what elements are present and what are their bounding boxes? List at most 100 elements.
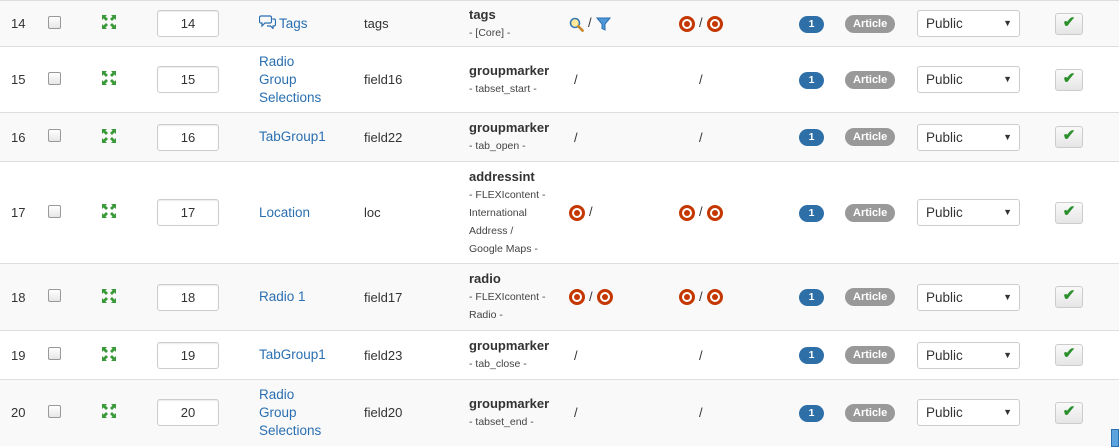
published-toggle[interactable]: ✔: [1055, 201, 1083, 224]
field-type: tags: [469, 6, 496, 22]
field-type: groupmarker: [469, 338, 550, 353]
row-number: 16: [11, 129, 26, 145]
published-toggle[interactable]: ✔: [1055, 126, 1083, 148]
field-type-detail: - [Core] -: [469, 26, 511, 39]
field-label-link[interactable]: TabGroup1: [259, 128, 364, 146]
field-type: radio: [469, 271, 501, 286]
drag-handle-icon[interactable]: [102, 346, 116, 361]
field-type-detail: Google Maps -: [469, 242, 538, 255]
state-ring-icon[interactable]: [706, 15, 723, 32]
state-ring-icon[interactable]: [679, 15, 695, 32]
filter-icon[interactable]: [595, 15, 611, 31]
scroll-to-top-button[interactable]: [1111, 429, 1119, 447]
row-number: 15: [11, 72, 26, 87]
ordering-input[interactable]: 18: [157, 283, 219, 311]
published-toggle[interactable]: ✔: [1055, 286, 1083, 308]
field-type: groupmarker: [469, 62, 550, 78]
row-checkbox[interactable]: [48, 289, 61, 302]
ordering-input[interactable]: 15: [157, 66, 219, 93]
field-label-link[interactable]: TabGroup1: [259, 346, 364, 364]
access-level-badge[interactable]: 1: [799, 204, 824, 222]
access-select[interactable]: Public ▼: [917, 123, 1020, 151]
checkmark-icon: ✔: [1062, 13, 1076, 31]
state-ring-icon[interactable]: [569, 289, 585, 306]
ordering-input[interactable]: 20: [157, 399, 219, 427]
state-ring-icon[interactable]: [679, 289, 695, 306]
drag-handle-icon[interactable]: [102, 404, 116, 419]
field-type-detail: - tab_close -: [469, 358, 527, 370]
field-label-link[interactable]: Radio 1: [259, 288, 364, 306]
state-ring-icon[interactable]: [596, 289, 613, 306]
drag-handle-icon[interactable]: [102, 128, 116, 143]
assigned-type-badge: Article: [845, 346, 896, 364]
separator-slash: /: [574, 405, 578, 421]
field-label-link[interactable]: Location: [259, 204, 364, 222]
field-name: field20: [364, 405, 403, 421]
search-icon[interactable]: [569, 15, 584, 32]
separator-slash: /: [588, 15, 592, 31]
row-number-cell: 14: [0, 1, 47, 47]
row-number: 20: [11, 405, 26, 421]
access-level-badge[interactable]: 1: [799, 129, 824, 146]
fields-table-body: 14 14 Tags tags tags - [Core] - / / 1 Article Publ…: [0, 0, 1119, 446]
field-type-detail: - tabset_start -: [469, 82, 537, 95]
row-checkbox[interactable]: [48, 204, 61, 218]
access-select[interactable]: Public ▼: [917, 10, 1020, 37]
chevron-down-icon: ▼: [1003, 349, 1012, 360]
access-level-badge[interactable]: 1: [799, 71, 824, 89]
separator-slash: /: [699, 15, 703, 31]
published-toggle[interactable]: ✔: [1055, 12, 1083, 35]
access-select[interactable]: Public ▼: [917, 341, 1020, 369]
access-level-badge[interactable]: 1: [799, 347, 824, 364]
row-checkbox[interactable]: [48, 15, 61, 29]
access-select[interactable]: Public ▼: [917, 399, 1020, 427]
published-toggle[interactable]: ✔: [1055, 401, 1083, 424]
checkmark-icon: ✔: [1062, 202, 1076, 220]
access-select[interactable]: Public ▼: [917, 283, 1020, 311]
field-label-link[interactable]: Radio Group Selections: [259, 53, 329, 107]
field-type: groupmarker: [469, 395, 550, 411]
access-select-value: Public: [926, 347, 963, 363]
access-level-badge[interactable]: 1: [799, 15, 824, 33]
ordering-input[interactable]: 16: [157, 123, 219, 151]
assigned-type-badge: Article: [845, 14, 896, 33]
state-ring-icon[interactable]: [706, 289, 723, 306]
row-checkbox[interactable]: [48, 71, 61, 85]
ordering-input[interactable]: 17: [157, 199, 219, 226]
access-select[interactable]: Public ▼: [917, 66, 1020, 93]
access-level-badge[interactable]: 1: [799, 289, 824, 306]
drag-handle-icon[interactable]: [102, 71, 116, 85]
table-row: 14 14 Tags tags tags - [Core] - / / 1 Article Publ…: [0, 0, 1119, 47]
field-type-detail: - tab_open -: [469, 140, 526, 152]
chevron-down-icon: ▼: [1003, 18, 1012, 28]
separator-slash: /: [699, 72, 703, 87]
separator-slash: /: [574, 347, 578, 363]
access-select[interactable]: Public ▼: [917, 199, 1020, 226]
published-toggle[interactable]: ✔: [1055, 68, 1083, 91]
separator-slash: /: [699, 405, 703, 421]
state-ring-icon[interactable]: [706, 204, 723, 221]
ordering-input[interactable]: 14: [157, 10, 219, 37]
field-name: field22: [364, 129, 403, 145]
access-level-badge[interactable]: 1: [799, 404, 824, 422]
access-select-value: Public: [926, 16, 963, 31]
row-checkbox[interactable]: [48, 404, 61, 418]
state-ring-icon[interactable]: [679, 204, 695, 221]
table-row: 16 16 TabGroup1 field22 groupmarker - tab_ope…: [0, 112, 1119, 162]
state-ring-icon[interactable]: [569, 204, 585, 221]
field-label-link[interactable]: Tags: [279, 15, 308, 33]
field-label-link[interactable]: Radio Group Selections: [259, 386, 329, 440]
table-row: 18 18 Radio 1 field17 radio - FLEXIcontent - R…: [0, 263, 1119, 331]
table-row: 20 20 Radio Group Selections field20 groupma…: [0, 379, 1119, 446]
separator-slash: /: [574, 72, 578, 87]
published-toggle[interactable]: ✔: [1055, 344, 1083, 366]
field-name: loc: [364, 205, 381, 220]
drag-handle-icon[interactable]: [102, 288, 116, 303]
drag-handle-icon[interactable]: [102, 15, 116, 29]
row-checkbox[interactable]: [48, 347, 61, 360]
drag-handle-icon[interactable]: [102, 204, 116, 218]
row-checkbox[interactable]: [48, 129, 61, 142]
separator-slash: /: [589, 204, 593, 220]
ordering-input[interactable]: 19: [157, 341, 219, 369]
assigned-type-badge: Article: [845, 203, 896, 222]
